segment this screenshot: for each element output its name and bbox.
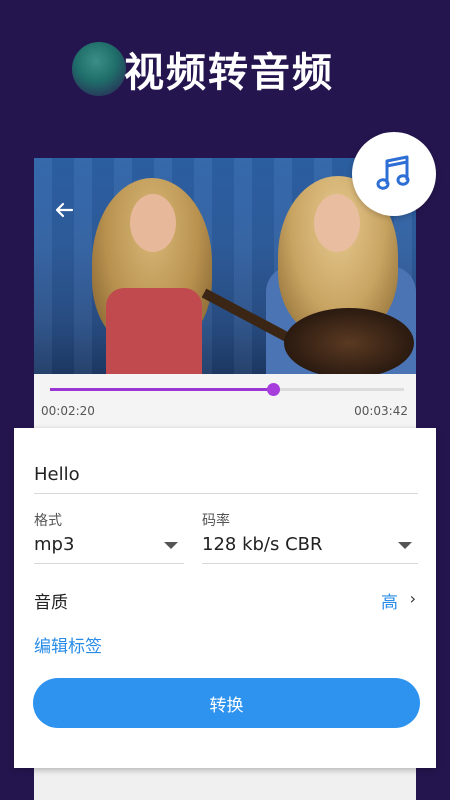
- music-badge: [352, 132, 436, 216]
- format-select[interactable]: mp3: [34, 528, 184, 564]
- seek-thumb[interactable]: [267, 383, 281, 396]
- playback-progress: 00:02:20 00:03:42: [34, 374, 416, 428]
- quality-value: 高: [381, 593, 398, 613]
- quality-row[interactable]: 音质 高 ›: [34, 586, 418, 614]
- music-note-icon: [376, 155, 410, 190]
- convert-button[interactable]: 转换: [33, 678, 420, 728]
- seek-bar-fill: [50, 388, 274, 391]
- current-time: 00:02:20: [41, 404, 95, 418]
- seek-bar[interactable]: [50, 383, 404, 396]
- bitrate-label: 码率: [202, 513, 230, 529]
- format-label: 格式: [34, 513, 62, 529]
- bitrate-select[interactable]: 128 kb/s CBR: [202, 528, 418, 564]
- video-frame-guitar: [284, 308, 414, 374]
- page-title: 视频转音频: [124, 50, 334, 96]
- file-name-input[interactable]: Hello: [34, 458, 418, 494]
- chevron-down-icon: [164, 542, 178, 549]
- edit-tags-link[interactable]: 编辑标签: [34, 632, 102, 657]
- total-time: 00:03:42: [354, 404, 408, 418]
- decorative-orb: [72, 42, 126, 96]
- video-frame-person-right-face: [314, 194, 360, 252]
- chevron-down-icon: [398, 542, 412, 549]
- hero-header: 视频转音频: [70, 38, 370, 96]
- video-frame-person-left-top: [106, 288, 202, 374]
- conversion-settings-panel: Hello 格式 mp3 码率 128 kb/s CBR 音质 高 › 编辑标签…: [14, 428, 436, 768]
- quality-label: 音质: [34, 593, 68, 613]
- format-value: mp3: [34, 534, 75, 555]
- back-arrow-icon[interactable]: [50, 196, 78, 224]
- bitrate-value: 128 kb/s CBR: [202, 534, 323, 555]
- video-frame-person-left-face: [130, 194, 176, 252]
- chevron-right-icon: ›: [409, 589, 416, 608]
